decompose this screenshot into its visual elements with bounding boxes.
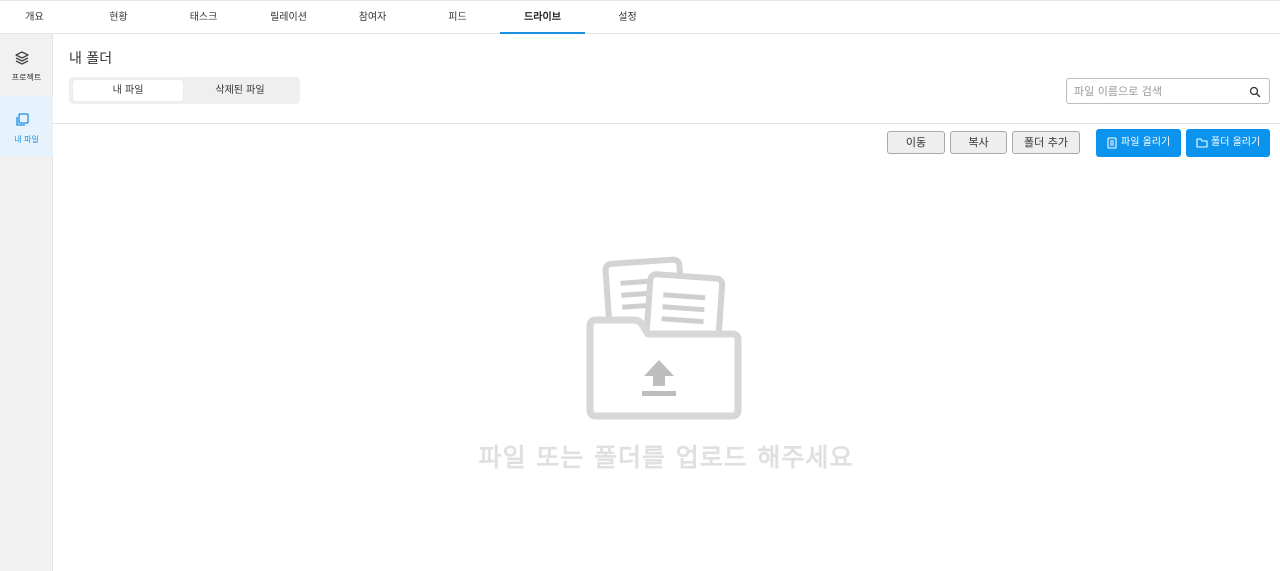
sidebar-item-label: 프로젝트 xyxy=(11,73,42,82)
tab-status[interactable]: 현황 xyxy=(76,1,161,34)
upload-file-label: 파일 올리기 xyxy=(1121,137,1171,148)
top-nav: 개요 현황 태스크 릴레이션 참여자 피드 드라이브 설정 xyxy=(0,0,1280,34)
upload-file-button[interactable]: 파일 올리기 xyxy=(1096,129,1181,157)
segment-deleted-files[interactable]: 삭제된 파일 xyxy=(185,80,295,101)
search-input[interactable] xyxy=(1074,82,1244,100)
folder-icon xyxy=(1196,138,1208,148)
segment-my-files[interactable]: 내 파일 xyxy=(73,80,183,101)
upload-folder-button[interactable]: 폴더 올리기 xyxy=(1186,129,1270,157)
empty-state-message: 파일 또는 폴더를 업로드 해주세요 xyxy=(478,443,854,472)
tab-tasks[interactable]: 태스크 xyxy=(161,1,246,34)
tab-feed[interactable]: 피드 xyxy=(415,1,500,34)
sidebar: 프로젝트 내 파일 xyxy=(0,34,53,571)
sidebar-item-label: 내 파일 xyxy=(14,135,39,144)
tab-drive[interactable]: 드라이브 xyxy=(500,1,585,34)
divider xyxy=(53,123,1280,124)
file-icon xyxy=(1107,137,1117,149)
tab-settings[interactable]: 설정 xyxy=(585,1,670,34)
file-view-segmented: 내 파일 삭제된 파일 xyxy=(69,77,300,104)
tab-overview[interactable]: 개요 xyxy=(0,1,77,34)
search-icon[interactable] xyxy=(1249,86,1261,98)
tab-participants[interactable]: 참여자 xyxy=(330,1,415,34)
move-button[interactable]: 이동 xyxy=(887,131,945,154)
page-title: 내 폴더 xyxy=(69,51,113,67)
add-folder-button[interactable]: 폴더 추가 xyxy=(1012,131,1080,154)
sidebar-item-my-files[interactable]: 내 파일 xyxy=(0,96,53,156)
tab-relations[interactable]: 릴레이션 xyxy=(246,1,331,34)
files-icon xyxy=(16,113,29,126)
upload-folder-label: 폴더 올리기 xyxy=(1211,137,1261,148)
copy-button[interactable]: 복사 xyxy=(950,131,1007,154)
search-box xyxy=(1066,78,1270,104)
layers-icon xyxy=(15,51,29,65)
folder-upload-icon xyxy=(586,256,742,420)
sidebar-item-project[interactable]: 프로젝트 xyxy=(0,34,53,94)
